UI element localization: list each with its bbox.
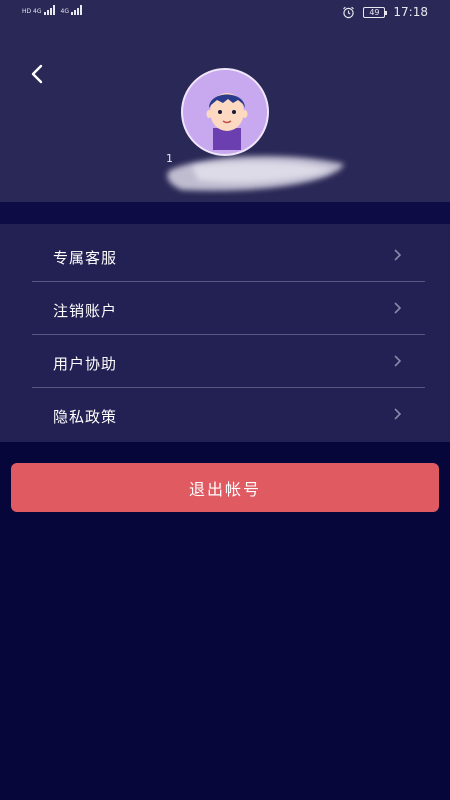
section-divider xyxy=(0,202,450,224)
menu-item-user-help[interactable]: 用户协助 xyxy=(32,335,425,388)
alarm-icon xyxy=(343,6,355,18)
menu-item-delete-account[interactable]: 注销账户 xyxy=(32,282,425,335)
signal-bars-icon xyxy=(43,5,55,15)
menu-item-customer-service[interactable]: 专属客服 xyxy=(32,229,425,282)
avatar[interactable] xyxy=(181,68,269,156)
status-time: 17:18 xyxy=(393,5,428,19)
sim1-tag: HD 4G xyxy=(22,8,42,15)
logout-button[interactable]: 退出帐号 xyxy=(11,463,439,512)
chevron-right-icon xyxy=(394,302,401,314)
username-redacted: 1 xyxy=(162,150,350,196)
profile-header: 1 xyxy=(0,26,450,202)
sim1-signal: HD 4G xyxy=(22,5,55,15)
sim2-tag: 4G xyxy=(60,8,69,15)
status-right: 49 17:18 xyxy=(342,5,428,19)
back-button[interactable] xyxy=(24,60,52,88)
signal-bars-icon xyxy=(70,5,82,15)
menu-item-privacy-policy[interactable]: 隐私政策 xyxy=(32,388,425,441)
battery-icon: 49 xyxy=(363,6,388,18)
redaction-blur xyxy=(167,156,344,191)
sim2-signal: 4G xyxy=(61,5,82,15)
avatar-illustration xyxy=(206,93,248,150)
status-bar: HD 4G 4G 49 17:18 xyxy=(0,0,450,26)
menu-item-label: 用户协助 xyxy=(53,355,118,373)
settings-menu: 专属客服 注销账户 用户协助 隐私政策 xyxy=(0,224,450,442)
menu-item-label: 专属客服 xyxy=(53,249,118,267)
menu-item-label: 注销账户 xyxy=(53,302,118,320)
menu-item-label: 隐私政策 xyxy=(53,408,118,426)
chevron-right-icon xyxy=(394,408,401,420)
chevron-left-icon xyxy=(31,64,43,84)
chevron-right-icon xyxy=(394,249,401,261)
chevron-right-icon xyxy=(394,355,401,367)
signal-area: HD 4G 4G xyxy=(22,5,82,15)
